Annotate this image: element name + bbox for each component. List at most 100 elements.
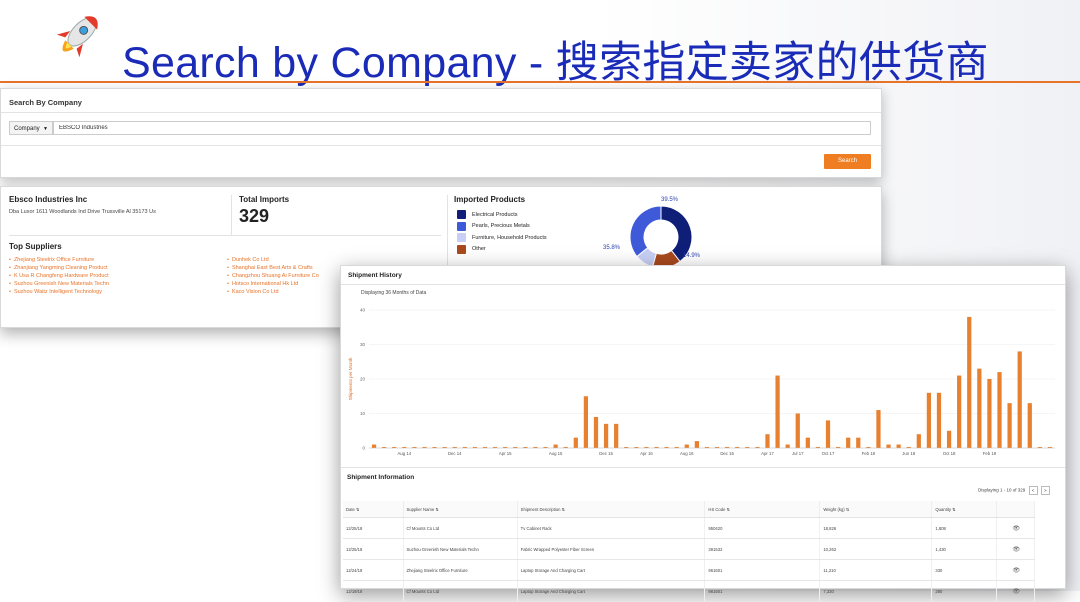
supplier-name: Zhanjiang Yangming Cleaning Product <box>13 265 108 271</box>
legend-item: Furniture, Household Products <box>457 232 547 244</box>
view-eye-icon[interactable]: 👁 <box>1012 589 1020 595</box>
x-tick-label: Feb 18 <box>862 451 876 456</box>
legend-item: Electrical Products <box>457 209 547 221</box>
bullet-icon: • <box>9 281 11 287</box>
column-header-label: HS Code <box>708 506 726 512</box>
chart-bar <box>371 444 377 448</box>
suppliers-column-2: • Dunhek Co Ltd • Shanghai East Best Arts &… <box>227 256 319 296</box>
company-search-input[interactable] <box>53 121 871 135</box>
sort-icon[interactable]: ⇅ <box>434 507 439 512</box>
view-eye-icon[interactable]: 👁 <box>1012 568 1020 574</box>
supplier-name: Kaco Vision Co Ltd <box>231 289 279 295</box>
view-eye-icon[interactable]: 👁 <box>1012 526 1020 532</box>
top-suppliers-label: Top Suppliers <box>9 242 62 251</box>
x-tick-label: Apr 15 <box>499 451 512 456</box>
pager-text: Displaying 1 - 10 of 329 <box>978 487 1026 493</box>
suppliers-column-1: • Zhejiang Steelrix Office Furniture • Zhan… <box>9 256 109 296</box>
chart-bar <box>926 392 932 448</box>
table-cell: Zhejiang Steelrix Office Furniture <box>403 559 518 581</box>
chart-bar <box>603 423 609 448</box>
table-cell: 1,808 <box>931 517 997 539</box>
column-header-label: Weight (kg) <box>823 506 845 512</box>
column-header-label: Shipment Description <box>520 506 561 512</box>
products-donut-chart: 39.5% 35.8% 14.9% <box>603 197 701 269</box>
column-header[interactable]: Shipment Description ⇅ <box>517 501 706 518</box>
sort-icon[interactable]: ⇅ <box>560 507 566 512</box>
table-row: 12/25/18 Suzhou Greenish New Materials Te… <box>343 538 1036 560</box>
table-cell: 👁 <box>996 538 1036 560</box>
search-type-value: Company <box>14 126 40 132</box>
x-tick-label: Apr 16 <box>640 451 653 456</box>
supplier-name: Dunhek Co Ltd <box>231 257 269 263</box>
table-cell: 7,330 <box>819 580 933 602</box>
divider <box>1 145 881 146</box>
view-eye-icon[interactable]: 👁 <box>1012 547 1020 553</box>
sort-icon[interactable]: ⇅ <box>725 507 731 512</box>
table-cell: 12/25/18 <box>343 538 404 560</box>
supplier-name: Suzhou Greenish New Materials Techn <box>13 281 109 287</box>
table-cell: 10,262 <box>819 538 933 560</box>
bullet-icon: • <box>9 257 11 263</box>
y-tick-label: 30 <box>360 342 366 347</box>
x-tick-label: Feb 19 <box>983 451 997 456</box>
legend-item: Pearls, Precious Metals <box>457 221 547 233</box>
chevron-down-icon: ▼ <box>43 126 48 132</box>
company-name: Ebsco Industries Inc <box>9 195 88 204</box>
supplier-link[interactable]: • Changzhou Shuang Ai Furniture Co <box>227 272 319 280</box>
y-axis-label: Shipments per Month <box>348 357 353 400</box>
sort-icon[interactable]: ⇅ <box>845 507 850 512</box>
supplier-name: Changzhou Shuang Ai Furniture Co <box>231 273 319 279</box>
table-cell: Laptop Storage And Charging Cart <box>517 559 706 581</box>
chart-bar <box>614 423 619 448</box>
supplier-link[interactable]: • Suzhou Waitz Intelligent Technology <box>9 288 109 296</box>
sort-icon[interactable]: ⇅ <box>951 507 956 512</box>
pager-prev-button[interactable]: < <box>1028 486 1038 495</box>
bullet-icon: • <box>227 257 229 263</box>
table-cell: 18,826 <box>819 517 933 539</box>
table-cell: 961601 <box>704 580 821 602</box>
chart-bar <box>957 375 962 448</box>
chart-bar <box>997 372 1002 448</box>
chart-bar <box>967 316 972 448</box>
chart-bar <box>795 413 800 448</box>
chart-bar <box>876 410 881 448</box>
column-header-label: Date <box>346 506 355 512</box>
x-tick-label: Jul 17 <box>792 451 804 456</box>
column-header[interactable]: Quantity ⇅ <box>931 501 997 518</box>
products-legend: Electrical Products Pearls, Precious Meta… <box>457 209 547 255</box>
column-header-label: Supplier Name <box>406 506 435 512</box>
divider <box>341 284 1065 285</box>
supplier-link[interactable]: • Zhanjiang Yangming Cleaning Product <box>9 264 109 272</box>
table-cell: 👁 <box>996 580 1036 602</box>
supplier-link[interactable]: • K Usa R Changfeng Hardware Product <box>9 272 109 280</box>
column-header[interactable]: Date ⇅ <box>343 501 404 518</box>
table-cell: 961601 <box>704 559 821 581</box>
supplier-link[interactable]: • Kaco Vision Co Ltd <box>227 288 319 296</box>
chart-bar <box>583 396 589 448</box>
column-header[interactable]: Weight (kg) ⇅ <box>819 501 933 518</box>
pager-next-button[interactable]: > <box>1040 486 1050 495</box>
chart-bar <box>856 437 861 448</box>
table-header-row: Date ⇅ Supplier Name ⇅ Shipment Descriptio… <box>343 501 1036 518</box>
search-type-select[interactable]: Company ▼ <box>9 121 53 135</box>
bullet-icon: • <box>227 289 229 295</box>
supplier-name: Zhejiang Steelrix Office Furniture <box>13 257 95 263</box>
chart-bar <box>1007 403 1012 448</box>
search-panel-title: Search By Company <box>9 98 82 107</box>
shipment-history-title: Shipment History <box>348 272 402 279</box>
column-header[interactable]: HS Code ⇅ <box>704 501 821 518</box>
supplier-link[interactable]: • Zhejiang Steelrix Office Furniture <box>9 256 109 264</box>
table-cell: 280 <box>931 580 997 602</box>
supplier-link[interactable]: • Hotsco International Hk Ltd <box>227 280 319 288</box>
supplier-link[interactable]: • Dunhek Co Ltd <box>227 256 319 264</box>
table-cell: Suzhou Greenish New Materials Techn <box>403 538 518 560</box>
column-header[interactable]: Supplier Name ⇅ <box>403 501 518 518</box>
company-address: Dba Luxor 1611 Woodlands Ind Drive Truss… <box>9 209 156 215</box>
supplier-link[interactable]: • Shanghai East Best Arts & Crafts <box>227 264 319 272</box>
chart-bar <box>775 375 780 448</box>
supplier-link[interactable]: • Suzhou Greenish New Materials Techn <box>9 280 109 288</box>
sort-icon[interactable]: ⇅ <box>355 507 360 512</box>
legend-label: Pearls, Precious Metals <box>472 223 530 230</box>
table-cell: 391532 <box>704 538 821 560</box>
search-button[interactable]: Search <box>824 154 871 169</box>
